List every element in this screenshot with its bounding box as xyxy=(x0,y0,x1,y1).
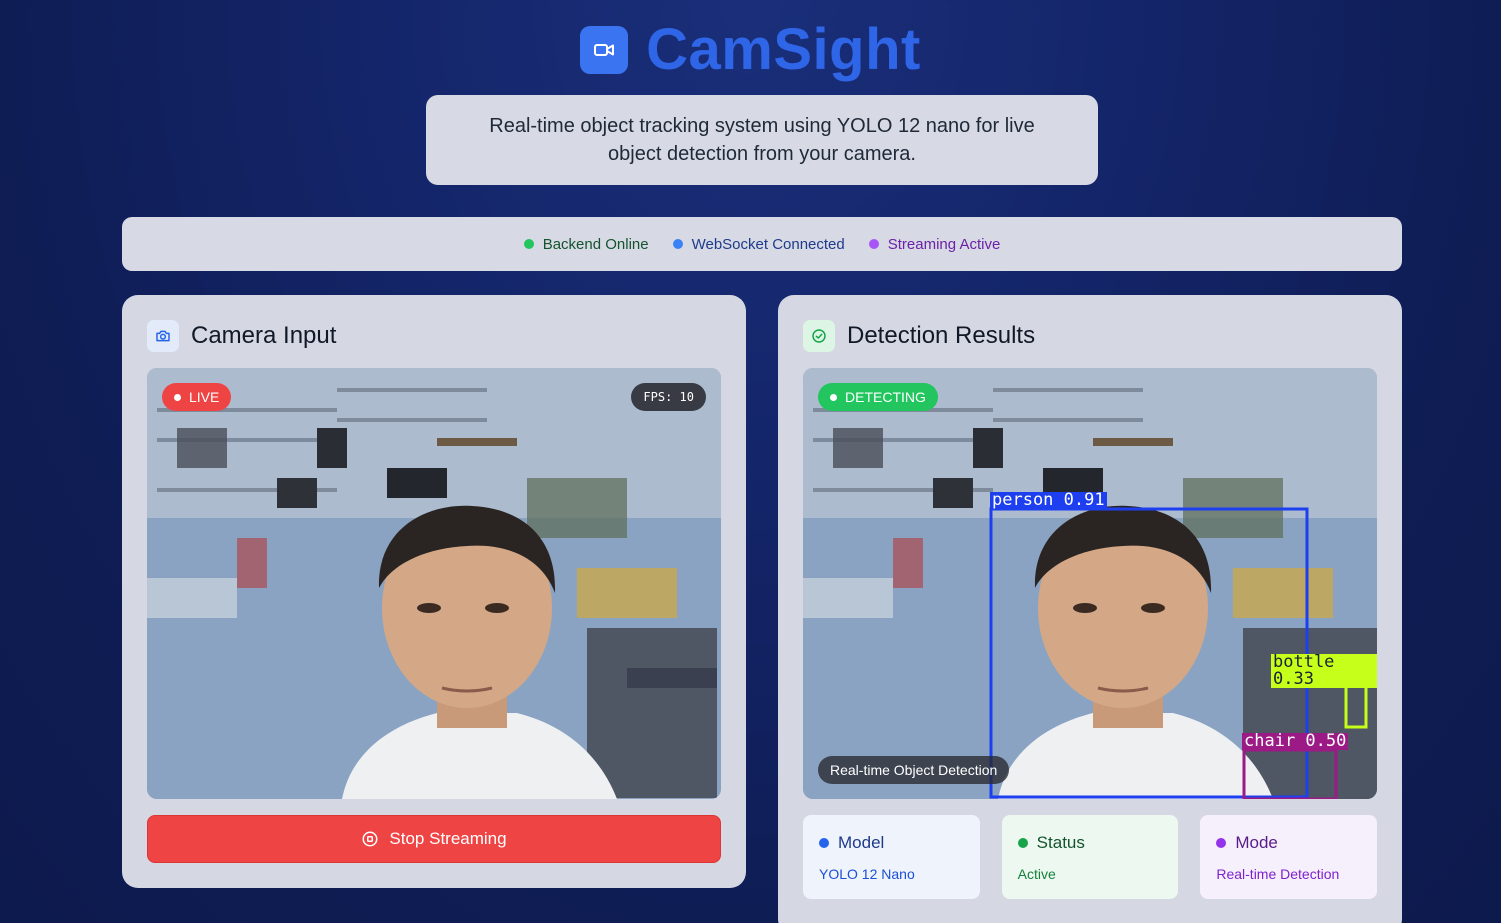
check-circle-icon xyxy=(803,320,835,352)
status-dot-icon xyxy=(672,239,683,249)
model-card-value: YOLO 12 Nano xyxy=(819,866,915,882)
panel-title: Detection Results xyxy=(847,322,1036,349)
status-websocket: WebSocket Connected xyxy=(672,235,845,253)
status-backend: Backend Online xyxy=(523,235,649,253)
status-label: Backend Online xyxy=(542,235,649,253)
model-card: Model YOLO 12 Nano xyxy=(803,815,980,899)
mode-card: Mode Real-time Detection xyxy=(1200,815,1378,899)
camera-input-panel: Camera Input LIVE FPS: 10 Stop Streaming xyxy=(122,295,746,888)
status-card-header: Status xyxy=(1017,833,1163,853)
camera-icon xyxy=(147,320,179,352)
stop-circle-icon xyxy=(362,831,378,847)
panel-title: Camera Input xyxy=(191,322,337,349)
mode-card-value: Real-time Detection xyxy=(1216,866,1340,882)
detecting-dot-icon xyxy=(830,393,837,401)
status-card-value: Active xyxy=(1017,866,1056,882)
stop-streaming-button[interactable]: Stop Streaming xyxy=(147,815,721,863)
status-label: Streaming Active xyxy=(887,235,1001,253)
model-dot-icon xyxy=(819,838,829,848)
mode-dot-icon xyxy=(1216,838,1227,848)
detecting-badge-label: DETECTING xyxy=(845,389,926,405)
detecting-badge: DETECTING xyxy=(818,383,938,411)
bottle-detection-label: bottle 0.33 xyxy=(1271,654,1377,688)
model-card-title: Model xyxy=(838,833,885,852)
status-label: WebSocket Connected xyxy=(691,235,845,253)
camera-feed: LIVE FPS: 10 xyxy=(147,368,721,799)
detection-results-panel: Detection Results person 0.91 bottle 0.3… xyxy=(778,295,1402,923)
live-badge: LIVE xyxy=(162,383,232,411)
panel-header: Camera Input xyxy=(147,320,336,352)
chair-detection-label: chair 0.50 xyxy=(1242,731,1349,751)
status-streaming: Streaming Active xyxy=(868,235,1001,253)
live-badge-label: LIVE xyxy=(189,389,220,405)
app-header: CamSight xyxy=(0,17,1501,82)
video-camera-icon xyxy=(580,26,629,74)
mode-card-title: Mode xyxy=(1235,833,1278,852)
stop-streaming-label: Stop Streaming xyxy=(389,829,507,848)
status-card-title: Status xyxy=(1036,833,1085,852)
info-cards: Model YOLO 12 Nano Status Active Mode Re… xyxy=(803,815,1378,899)
model-card-header: Model xyxy=(819,833,964,853)
detection-feed: person 0.91 bottle 0.33 chair 0.50 DETEC… xyxy=(803,368,1377,799)
camera-feed-image xyxy=(147,368,721,799)
connection-status-bar: Backend Online WebSocket Connected Strea… xyxy=(122,217,1402,271)
status-dot-icon xyxy=(523,239,534,249)
detection-caption: Real-time Object Detection xyxy=(818,756,1010,784)
subtitle-card: Real-time object tracking system using Y… xyxy=(426,95,1098,185)
live-dot-icon xyxy=(174,393,181,401)
fps-counter: FPS: 10 xyxy=(631,383,706,411)
status-dot-icon xyxy=(868,239,879,249)
panel-header: Detection Results xyxy=(803,320,1035,352)
person-detection-label: person 0.91 xyxy=(990,490,1107,510)
mode-card-header: Mode xyxy=(1216,833,1361,853)
status-card: Status Active xyxy=(1001,815,1179,899)
status-dot-icon xyxy=(1017,838,1028,848)
app-subtitle: Real-time object tracking system using Y… xyxy=(489,115,1035,165)
app-title: CamSight xyxy=(646,17,921,82)
